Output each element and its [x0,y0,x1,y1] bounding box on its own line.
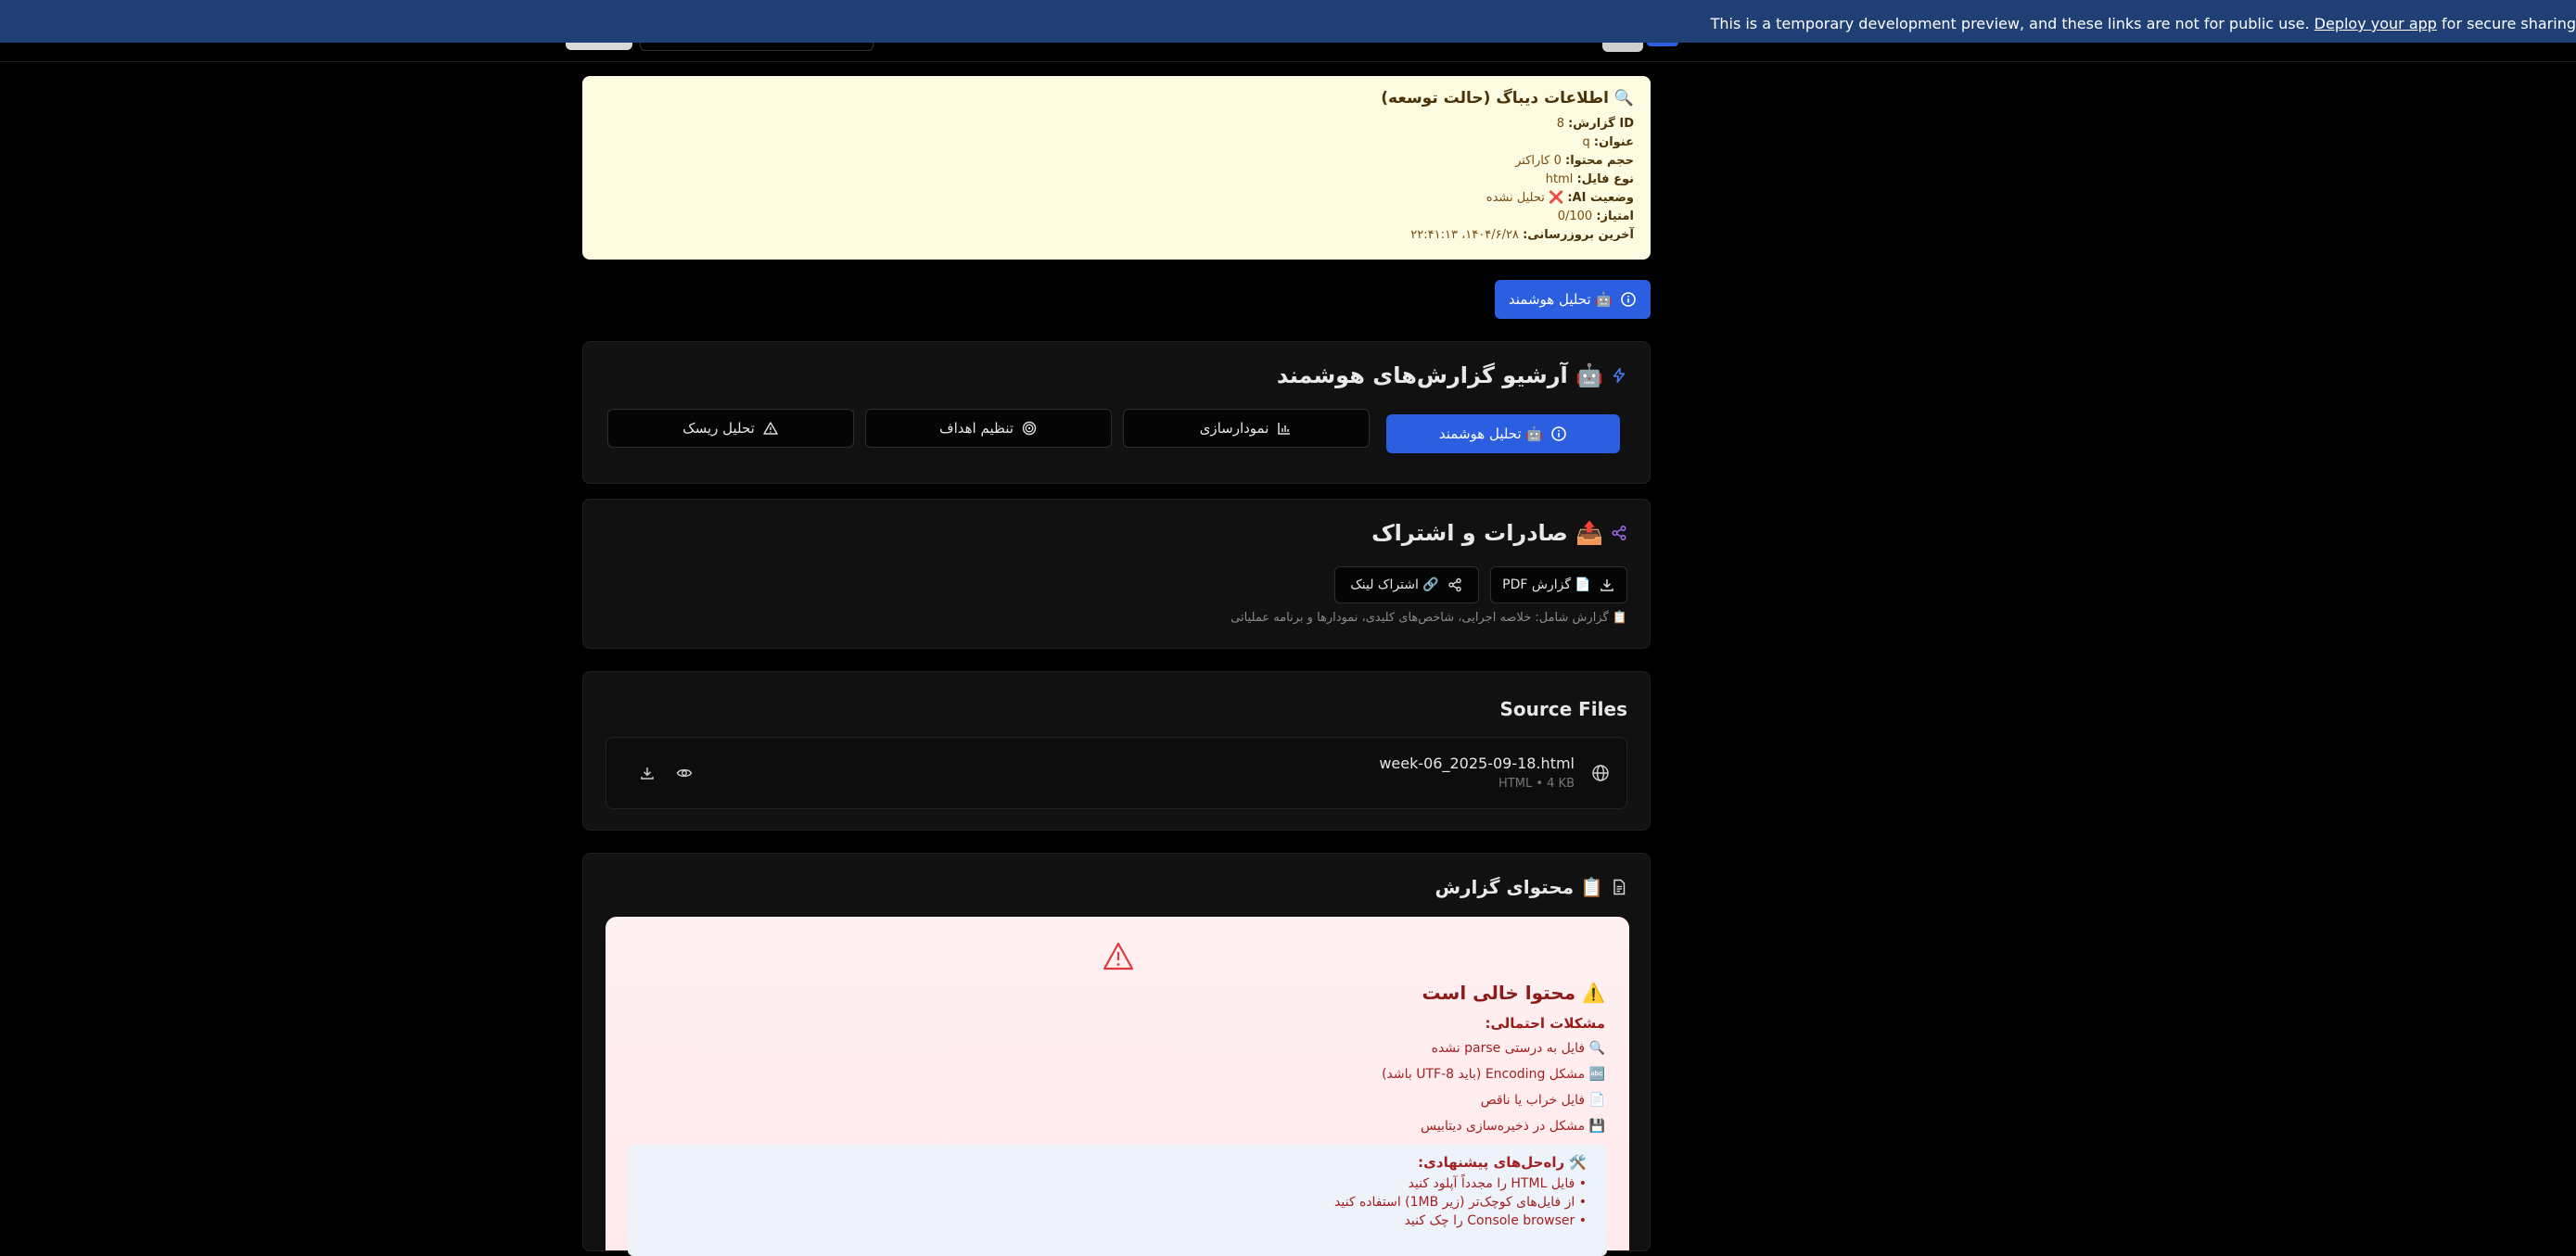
debug-row-value: q [1582,135,1590,149]
nav-button-ghost[interactable] [1647,43,1678,46]
export-note: 📋 گزارش شامل: خلاصه اجرایی، شاخص‌های کلی… [1231,611,1627,625]
debug-row-value: 0/100 [1557,209,1593,223]
problem-item: 🔍 فایل به درستی parse نشده [1431,1041,1605,1056]
debug-row: حجم محتوا: 0 کاراکتر [599,152,1634,171]
banner-prefix: This is a temporary development preview,… [1710,15,2310,32]
share-link-button[interactable]: 🔗 اشتراک لینک [1334,566,1479,603]
debug-info-card: 🔍 اطلاعات دیباگ (حالت توسعه) ID گزارش: 8… [582,76,1651,260]
tab-smart-analysis[interactable]: 🤖 تحلیل هوشمند [1386,414,1620,453]
debug-row-value: ۱۴۰۴/۶/۲۸، ۲۲:۴۱:۱۳ [1410,228,1519,242]
debug-row-label: نوع فایل: [1576,172,1634,186]
pdf-report-button[interactable]: 📄 گزارش PDF [1490,566,1627,603]
warning-icon [762,420,779,437]
download-icon [1599,577,1615,593]
debug-row-value: html [1545,172,1574,186]
file-name: week-06_2025-09-18.html [1379,755,1575,772]
pdf-label: 📄 گزارش PDF [1502,577,1591,592]
debug-row-label: ID گزارش: [1568,117,1634,131]
problem-item: 🔤 مشکل Encoding (باید UTF-8 باشد) [1382,1067,1605,1082]
debug-row: ID گزارش: 8 [599,115,1634,133]
debug-row-label: آخرین بروزرسانی: [1523,228,1634,242]
archive-panel: 🤖 آرشیو گزارش‌های هوشمند 🤖 تحلیل هوشمند … [582,341,1651,484]
debug-row-label: وضعیت AI: [1567,191,1634,205]
top-navbar [0,43,2576,62]
info-icon [1550,425,1567,442]
warning-triangle-icon [1103,941,1134,972]
solution-item: • Console browser را چک کنید [1404,1213,1587,1228]
tab-label: 🤖 تحلیل هوشمند [1438,425,1544,442]
debug-row-label: امتیاز: [1596,209,1634,223]
debug-row-label: حجم محتوا: [1565,154,1634,168]
solutions-title: 🛠️ راه‌حل‌های پیشنهادی: [1418,1154,1587,1171]
download-icon[interactable] [638,764,657,782]
file-row[interactable]: week-06_2025-09-18.html HTML • 4 KB [606,737,1627,809]
solutions-box: 🛠️ راه‌حل‌های پیشنهادی: • فایل HTML را م… [628,1145,1607,1256]
nav-search-ghost [640,43,874,51]
debug-title: 🔍 اطلاعات دیباگ (حالت توسعه) [1381,89,1634,108]
tab-goal-setting[interactable]: تنظیم اهداف [865,409,1112,448]
lightning-icon [1611,367,1627,384]
content-title: 📋 محتوای گزارش [1435,876,1627,898]
solution-item: • فایل HTML را مجدداً آپلود کنید [1408,1176,1587,1191]
smart-analysis-label: 🤖 تحلیل هوشمند [1508,291,1613,308]
export-title-text: 📤 صادرات و اشتراک [1371,520,1603,546]
eye-icon[interactable] [675,764,694,782]
target-icon [1021,420,1038,437]
smart-analysis-button[interactable]: 🤖 تحلیل هوشمند [1495,280,1651,319]
problem-item: 📄 فایل خراب یا ناقص [1480,1093,1605,1108]
document-icon [1611,879,1627,895]
share-label: 🔗 اشتراک لینک [1350,577,1439,592]
archive-title-text: 🤖 آرشیو گزارش‌های هوشمند [1276,362,1603,388]
source-files-panel: Source Files week-06_2025-09-18.html HTM… [582,671,1651,831]
tab-charting[interactable]: نمودارسازی [1123,409,1370,448]
deploy-link[interactable]: Deploy your app [2315,15,2437,32]
debug-row-label: عنوان: [1593,135,1634,149]
share-icon [1611,525,1627,541]
globe-icon [1591,764,1610,782]
source-files-title: Source Files [1499,698,1627,720]
debug-row-value: ❌ تحلیل نشده [1486,191,1564,205]
debug-row: آخرین بروزرسانی: ۱۴۰۴/۶/۲۸، ۲۲:۴۱:۱۳ [599,226,1634,245]
solution-item: • از فایل‌های کوچک‌تر (زیر 1MB) استفاده … [1334,1195,1587,1210]
debug-row-value: 0 کاراکتر [1515,154,1562,168]
bar-chart-icon [1276,420,1293,437]
export-title: 📤 صادرات و اشتراک [1371,520,1627,546]
tab-risk-analysis[interactable]: تحلیل ریسک [607,409,854,448]
problems-title: مشکلات احتمالی: [1485,1015,1605,1032]
debug-row: عنوان: q [599,133,1635,152]
export-panel: 📤 صادرات و اشتراک 📄 گزارش PDF 🔗 اشتراک ل… [582,499,1651,649]
content-title-text: 📋 محتوای گزارش [1435,876,1603,898]
empty-content-alert: ⚠️ محتوا خالی است مشکلات احتمالی: 🔍 فایل… [606,917,1629,1256]
banner-suffix: for secure sharing [2436,15,2576,32]
file-meta: HTML • 4 KB [1498,777,1575,791]
debug-rows: ID گزارش: 8 عنوان: q حجم محتوا: 0 کاراکتر ن… [599,115,1634,245]
debug-row: نوع فایل: html [599,171,1634,189]
banner-message: This is a temporary development preview,… [1711,15,2576,32]
nav-input-ghost [566,43,632,50]
dev-preview-banner: This is a temporary development preview,… [0,0,2576,43]
debug-row: وضعیت AI: ❌ تحلیل نشده [599,189,1634,208]
tab-label: تنظیم اهداف [939,420,1014,437]
tab-label: تحلیل ریسک [682,420,755,437]
info-icon [1620,291,1637,308]
debug-row: امتیاز: 0/100 [599,208,1634,226]
nav-avatar-ghost[interactable] [1602,43,1643,52]
debug-row-value: 8 [1556,117,1564,131]
share-icon [1447,577,1463,593]
tab-label: نمودارسازی [1199,420,1269,437]
empty-content-title: ⚠️ محتوا خالی است [1422,982,1605,1004]
report-content-panel: 📋 محتوای گزارش ⚠️ محتوا خالی است مشکلات … [582,853,1651,1256]
archive-title: 🤖 آرشیو گزارش‌های هوشمند [1277,362,1627,388]
problem-item: 💾 مشکل در ذخیره‌سازی دیتابیس [1420,1119,1605,1134]
